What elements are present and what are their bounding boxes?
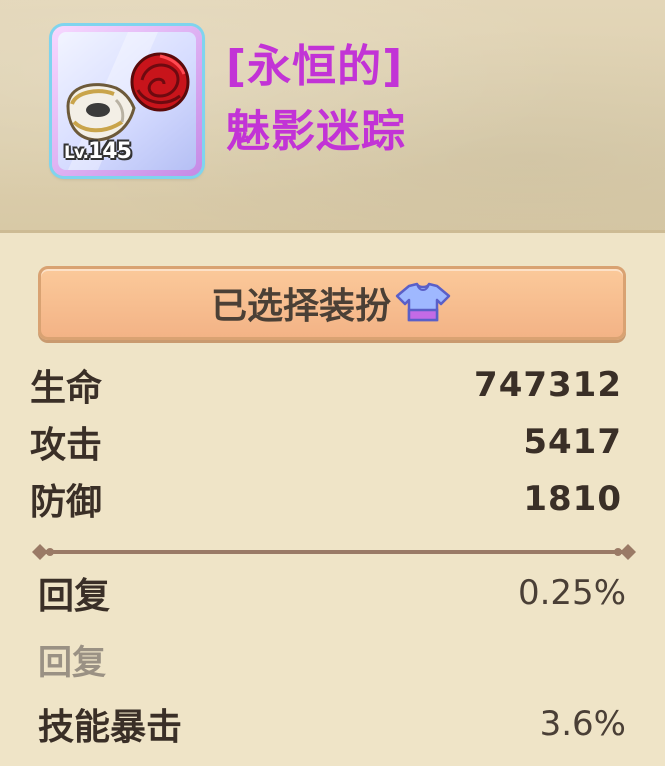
item-title-prefix: [永恒的] <box>226 41 404 92</box>
sub-stat-name: 回复 <box>38 576 111 617</box>
stat-name: 攻击 <box>30 425 103 466</box>
stat-row-defense: 防御 1810 <box>30 474 622 524</box>
sub-stat-row-skill-crit: 技能暴击 3.6% <box>38 699 626 749</box>
sub-stat-value: 3.6% <box>539 704 626 744</box>
level-prefix: Lv. <box>64 143 89 163</box>
item-title-name: 魅影迷踪 <box>226 106 406 157</box>
stats-divider <box>32 544 636 560</box>
stat-value: 1810 <box>523 479 622 519</box>
costume-shirt-icon <box>395 282 451 322</box>
item-icon-background: Lv.145 <box>58 32 196 170</box>
stat-value: 5417 <box>523 422 622 462</box>
stat-value: 747312 <box>474 365 622 405</box>
stat-row-attack: 攻击 5417 <box>30 417 622 467</box>
item-level-badge: Lv.145 <box>64 139 132 164</box>
sub-stat-row-recovery-inactive: 回复 <box>38 634 626 684</box>
stat-name: 生命 <box>30 368 103 409</box>
sub-stat-name: 回复 <box>38 642 106 683</box>
selected-costume-button[interactable]: 已选择装扮 <box>38 266 626 340</box>
selected-costume-label: 已选择装扮 <box>210 286 391 327</box>
sub-stat-name: 技能暴击 <box>38 707 183 748</box>
level-value: 145 <box>88 139 132 164</box>
stat-name: 防御 <box>30 482 103 523</box>
sub-stat-row-recovery: 回复 0.25% <box>38 568 626 618</box>
item-icon-frame[interactable]: Lv.145 <box>52 26 202 176</box>
stat-row-hp: 生命 747312 <box>30 360 622 410</box>
sub-stat-value: 0.25% <box>517 573 626 613</box>
